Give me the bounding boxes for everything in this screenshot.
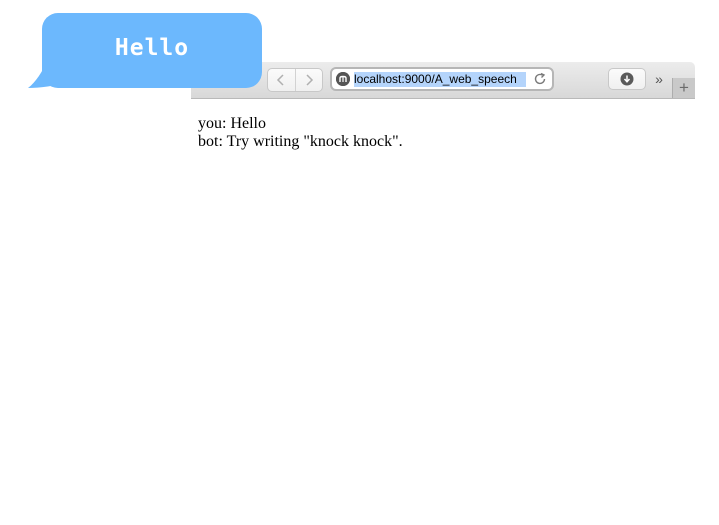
page-content: you: Hello bot: Try writing "knock knock…: [198, 115, 403, 151]
speech-bubble-text: Hello: [114, 35, 190, 61]
double-chevron-icon: »: [655, 71, 663, 87]
download-icon: [620, 72, 634, 86]
page: Hello localhost:9000/A_web_speech » + yo…: [0, 0, 719, 525]
forward-button[interactable]: [294, 69, 323, 91]
address-bar[interactable]: localhost:9000/A_web_speech: [330, 67, 554, 91]
reload-icon[interactable]: [532, 71, 548, 87]
navigation-buttons: [267, 68, 323, 92]
browser-window: localhost:9000/A_web_speech » + you: Hel…: [191, 62, 695, 525]
back-button[interactable]: [268, 69, 295, 91]
site-icon: [336, 72, 350, 86]
chat-line-user: you: Hello: [198, 115, 266, 132]
chevron-right-icon: [306, 74, 313, 86]
downloads-button[interactable]: [608, 68, 646, 90]
browser-toolbar: localhost:9000/A_web_speech » +: [191, 62, 695, 99]
new-tab-button[interactable]: +: [672, 78, 695, 98]
speech-bubble: Hello: [42, 13, 262, 88]
plus-icon: +: [679, 78, 689, 97]
chat-line-bot: bot: Try writing "knock knock".: [198, 133, 403, 150]
overflow-menu-button[interactable]: »: [651, 70, 667, 88]
url-text[interactable]: localhost:9000/A_web_speech: [354, 72, 526, 87]
chevron-left-icon: [277, 74, 284, 86]
